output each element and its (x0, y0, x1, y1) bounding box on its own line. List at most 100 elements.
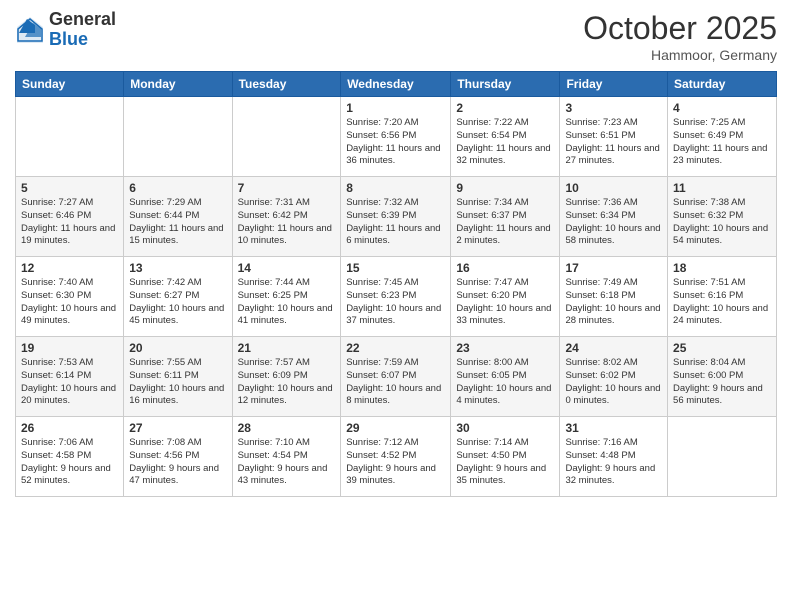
day-number: 21 (238, 341, 336, 355)
day-info: Sunrise: 8:04 AM Sunset: 6:00 PM Dayligh… (673, 357, 771, 408)
day-cell: 1 Sunrise: 7:20 AM Sunset: 6:56 PM Daylig… (341, 97, 451, 177)
day-cell: 30 Sunrise: 7:14 AM Sunset: 4:50 PM Dayli… (451, 417, 560, 497)
day-info: Sunrise: 7:45 AM Sunset: 6:23 PM Dayligh… (346, 277, 445, 328)
week-row-1: 1 Sunrise: 7:20 AM Sunset: 6:56 PM Daylig… (16, 97, 777, 177)
title-section: October 2025 Hammoor, Germany (583, 10, 777, 63)
col-header-saturday: Saturday (668, 72, 777, 97)
day-cell (668, 417, 777, 497)
day-number: 14 (238, 261, 336, 275)
day-cell: 23 Sunrise: 8:00 AM Sunset: 6:05 PM Dayli… (451, 337, 560, 417)
day-cell: 21 Sunrise: 7:57 AM Sunset: 6:09 PM Dayli… (232, 337, 341, 417)
day-number: 4 (673, 101, 771, 115)
day-cell: 28 Sunrise: 7:10 AM Sunset: 4:54 PM Dayli… (232, 417, 341, 497)
day-number: 5 (21, 181, 118, 195)
logo: General Blue (15, 10, 116, 50)
day-info: Sunrise: 7:55 AM Sunset: 6:11 PM Dayligh… (129, 357, 226, 408)
day-number: 10 (565, 181, 662, 195)
day-info: Sunrise: 7:49 AM Sunset: 6:18 PM Dayligh… (565, 277, 662, 328)
day-cell: 24Sunrise: 8:02 AM Sunset: 6:02 PM Dayli… (560, 337, 668, 417)
day-number: 27 (129, 421, 226, 435)
day-number: 15 (346, 261, 445, 275)
day-cell: 14 Sunrise: 7:44 AM Sunset: 6:25 PM Dayli… (232, 257, 341, 337)
day-info: Sunrise: 7:25 AM Sunset: 6:49 PM Dayligh… (673, 117, 771, 168)
day-info: Sunrise: 7:16 AM Sunset: 4:48 PM Dayligh… (565, 437, 662, 488)
day-number: 2 (456, 101, 554, 115)
day-info: Sunrise: 7:29 AM Sunset: 6:44 PM Dayligh… (129, 197, 226, 248)
page: General Blue October 2025 Hammoor, Germa… (0, 0, 792, 612)
month-title: October 2025 (583, 10, 777, 47)
day-cell: 3 Sunrise: 7:23 AM Sunset: 6:51 PM Daylig… (560, 97, 668, 177)
day-info: Sunrise: 7:44 AM Sunset: 6:25 PM Dayligh… (238, 277, 336, 328)
day-number: 12 (21, 261, 118, 275)
day-cell: 29Sunrise: 7:12 AM Sunset: 4:52 PM Dayli… (341, 417, 451, 497)
header: General Blue October 2025 Hammoor, Germa… (15, 10, 777, 63)
day-info: Sunrise: 7:42 AM Sunset: 6:27 PM Dayligh… (129, 277, 226, 328)
day-info: Sunrise: 7:51 AM Sunset: 6:16 PM Dayligh… (673, 277, 771, 328)
logo-general: General (49, 10, 116, 30)
col-header-monday: Monday (124, 72, 232, 97)
col-header-friday: Friday (560, 72, 668, 97)
day-info: Sunrise: 7:40 AM Sunset: 6:30 PM Dayligh… (21, 277, 118, 328)
day-number: 9 (456, 181, 554, 195)
day-number: 25 (673, 341, 771, 355)
day-number: 18 (673, 261, 771, 275)
day-number: 3 (565, 101, 662, 115)
day-info: Sunrise: 7:38 AM Sunset: 6:32 PM Dayligh… (673, 197, 771, 248)
day-cell: 4 Sunrise: 7:25 AM Sunset: 6:49 PM Daylig… (668, 97, 777, 177)
week-row-4: 19Sunrise: 7:53 AM Sunset: 6:14 PM Dayli… (16, 337, 777, 417)
day-cell: 2 Sunrise: 7:22 AM Sunset: 6:54 PM Daylig… (451, 97, 560, 177)
week-row-3: 12 Sunrise: 7:40 AM Sunset: 6:30 PM Dayli… (16, 257, 777, 337)
day-number: 13 (129, 261, 226, 275)
day-number: 29 (346, 421, 445, 435)
day-cell: 31Sunrise: 7:16 AM Sunset: 4:48 PM Dayli… (560, 417, 668, 497)
day-cell: 13 Sunrise: 7:42 AM Sunset: 6:27 PM Dayli… (124, 257, 232, 337)
day-info: Sunrise: 7:22 AM Sunset: 6:54 PM Dayligh… (456, 117, 554, 168)
logo-icon (15, 15, 45, 45)
day-info: Sunrise: 7:27 AM Sunset: 6:46 PM Dayligh… (21, 197, 118, 248)
day-cell: 9Sunrise: 7:34 AM Sunset: 6:37 PM Daylig… (451, 177, 560, 257)
day-cell: 11Sunrise: 7:38 AM Sunset: 6:32 PM Dayli… (668, 177, 777, 257)
day-cell: 8 Sunrise: 7:32 AM Sunset: 6:39 PM Daylig… (341, 177, 451, 257)
day-cell: 15 Sunrise: 7:45 AM Sunset: 6:23 PM Dayli… (341, 257, 451, 337)
day-cell: 5 Sunrise: 7:27 AM Sunset: 6:46 PM Daylig… (16, 177, 124, 257)
day-number: 28 (238, 421, 336, 435)
day-cell: 18 Sunrise: 7:51 AM Sunset: 6:16 PM Dayli… (668, 257, 777, 337)
logo-text: General Blue (49, 10, 116, 50)
day-number: 26 (21, 421, 118, 435)
day-number: 24 (565, 341, 662, 355)
day-cell (16, 97, 124, 177)
day-cell: 16 Sunrise: 7:47 AM Sunset: 6:20 PM Dayli… (451, 257, 560, 337)
day-number: 30 (456, 421, 554, 435)
day-number: 16 (456, 261, 554, 275)
day-number: 8 (346, 181, 445, 195)
col-header-tuesday: Tuesday (232, 72, 341, 97)
day-info: Sunrise: 7:06 AM Sunset: 4:58 PM Dayligh… (21, 437, 118, 488)
day-info: Sunrise: 7:14 AM Sunset: 4:50 PM Dayligh… (456, 437, 554, 488)
day-number: 7 (238, 181, 336, 195)
day-number: 20 (129, 341, 226, 355)
day-info: Sunrise: 7:23 AM Sunset: 6:51 PM Dayligh… (565, 117, 662, 168)
day-info: Sunrise: 7:10 AM Sunset: 4:54 PM Dayligh… (238, 437, 336, 488)
header-row: SundayMondayTuesdayWednesdayThursdayFrid… (16, 72, 777, 97)
col-header-wednesday: Wednesday (341, 72, 451, 97)
calendar-table: SundayMondayTuesdayWednesdayThursdayFrid… (15, 71, 777, 497)
day-number: 22 (346, 341, 445, 355)
day-cell: 22 Sunrise: 7:59 AM Sunset: 6:07 PM Dayli… (341, 337, 451, 417)
day-info: Sunrise: 8:00 AM Sunset: 6:05 PM Dayligh… (456, 357, 554, 408)
day-info: Sunrise: 7:57 AM Sunset: 6:09 PM Dayligh… (238, 357, 336, 408)
day-info: Sunrise: 7:20 AM Sunset: 6:56 PM Dayligh… (346, 117, 445, 168)
day-number: 23 (456, 341, 554, 355)
day-number: 19 (21, 341, 118, 355)
day-cell: 17 Sunrise: 7:49 AM Sunset: 6:18 PM Dayli… (560, 257, 668, 337)
location: Hammoor, Germany (583, 47, 777, 63)
day-info: Sunrise: 7:32 AM Sunset: 6:39 PM Dayligh… (346, 197, 445, 248)
logo-blue: Blue (49, 30, 116, 50)
day-number: 17 (565, 261, 662, 275)
day-cell: 25 Sunrise: 8:04 AM Sunset: 6:00 PM Dayli… (668, 337, 777, 417)
col-header-thursday: Thursday (451, 72, 560, 97)
day-info: Sunrise: 7:47 AM Sunset: 6:20 PM Dayligh… (456, 277, 554, 328)
day-number: 6 (129, 181, 226, 195)
day-info: Sunrise: 7:59 AM Sunset: 6:07 PM Dayligh… (346, 357, 445, 408)
day-number: 1 (346, 101, 445, 115)
day-info: Sunrise: 7:36 AM Sunset: 6:34 PM Dayligh… (565, 197, 662, 248)
